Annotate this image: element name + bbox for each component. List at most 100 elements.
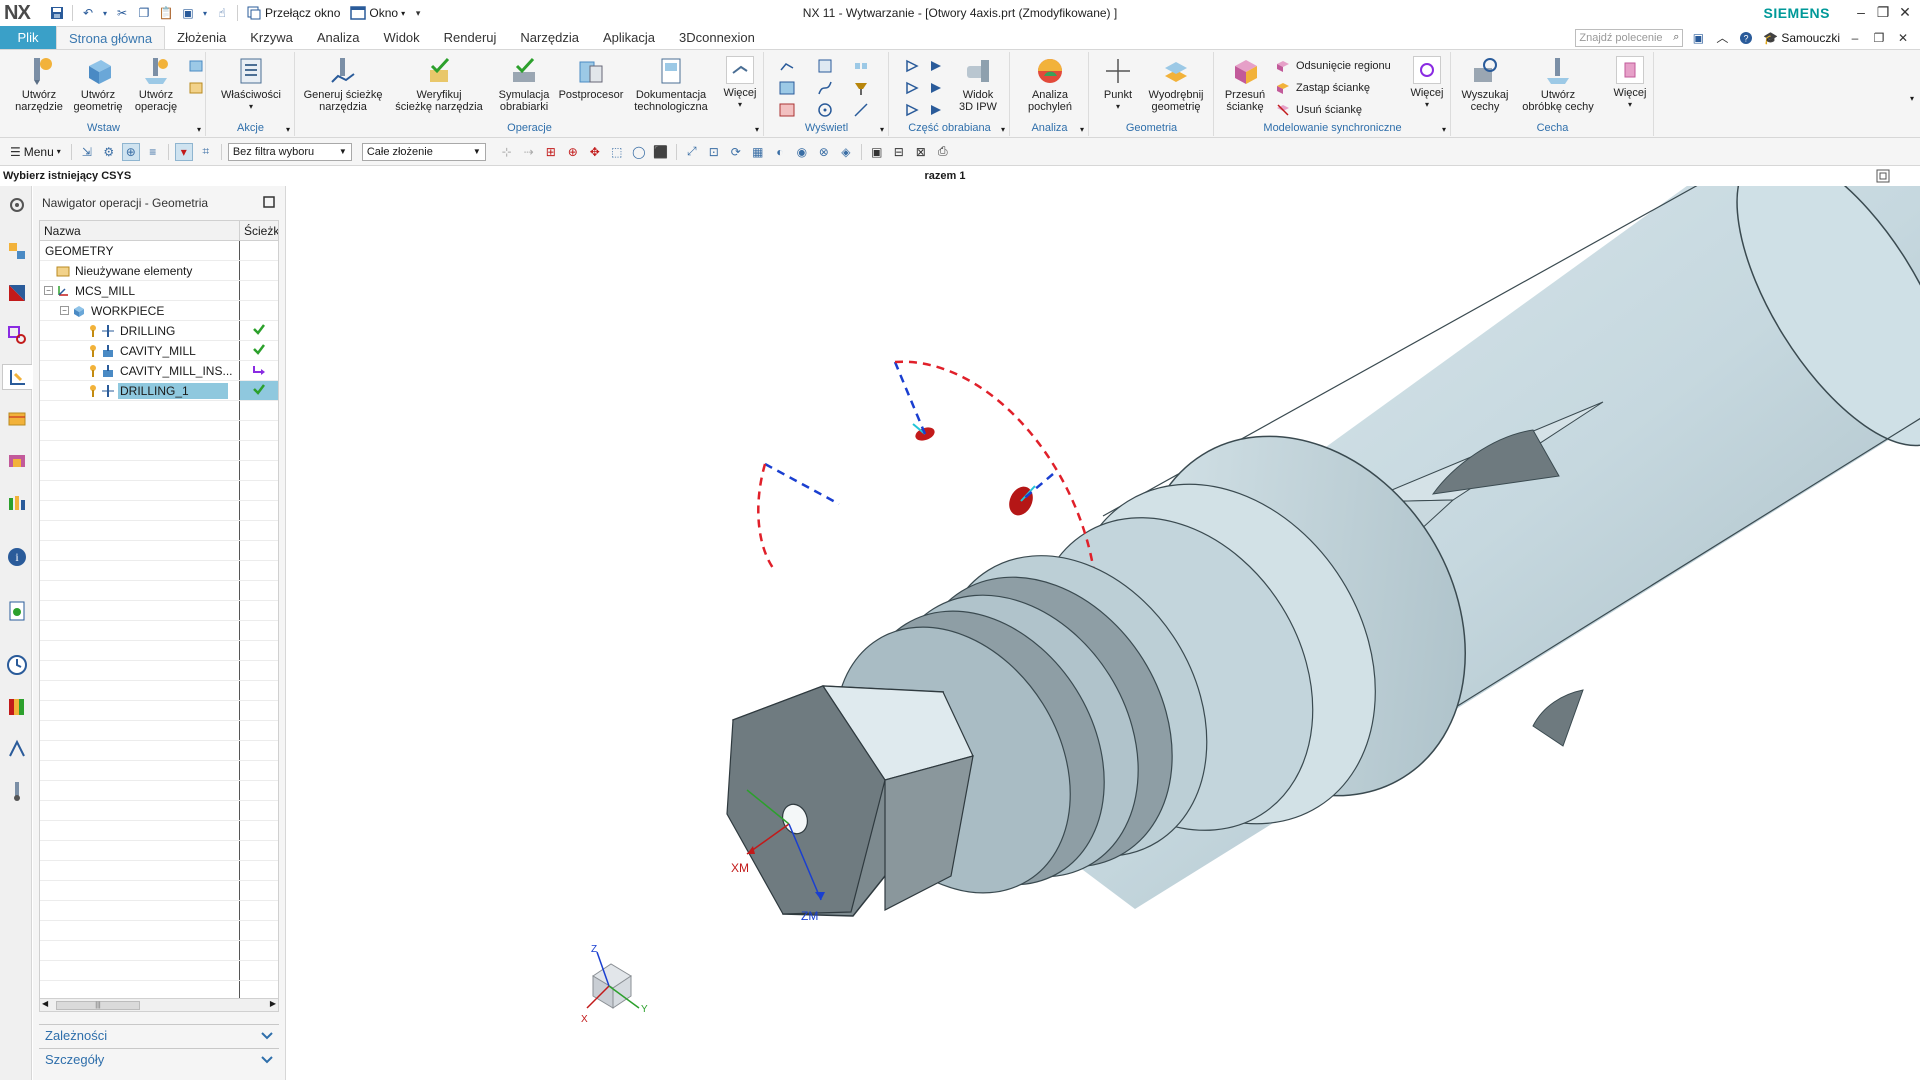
machine-tool-view-icon[interactable]: ⚙ bbox=[100, 143, 118, 161]
tool-library-icon[interactable] bbox=[4, 778, 30, 804]
geometry-view-icon[interactable]: ⊕ bbox=[121, 142, 140, 161]
extract-geometry-button[interactable]: Wyodrębnij geometrię bbox=[1142, 56, 1210, 113]
show-hide-icon[interactable]: ◈ bbox=[837, 143, 855, 161]
ipw-compare-icon[interactable] bbox=[928, 80, 944, 96]
history-icon[interactable] bbox=[4, 598, 30, 624]
tab-view[interactable]: Widok bbox=[372, 26, 432, 49]
hd3d-tools-icon[interactable] bbox=[4, 448, 30, 474]
generate-toolpath-button[interactable]: Generuj ścieżkę narzędzia bbox=[302, 56, 384, 113]
point-button[interactable]: Punkt ▾ bbox=[1098, 56, 1138, 113]
details-panel-header[interactable]: Szczegóły bbox=[39, 1048, 279, 1070]
type-filter-icon[interactable]: ▾ bbox=[174, 142, 193, 161]
info-icon[interactable]: i bbox=[4, 544, 30, 570]
add-remove-icon[interactable]: ⊕ bbox=[564, 143, 582, 161]
roles-icon[interactable] bbox=[4, 490, 30, 516]
window-menu-button[interactable]: Okno ▾ bbox=[350, 5, 405, 21]
switch-window-button[interactable]: Przełącz okno bbox=[246, 5, 340, 21]
group-options-icon[interactable]: ▾ bbox=[1080, 125, 1084, 134]
dropdown-arrow-icon[interactable]: ▾ bbox=[201, 4, 209, 22]
display-toolpath-icon[interactable] bbox=[779, 58, 795, 74]
create-method-icon[interactable] bbox=[188, 58, 204, 74]
draft-analysis-button[interactable]: Analiza pochyleń bbox=[1017, 56, 1083, 113]
deselect-icon[interactable]: ✥ bbox=[586, 143, 604, 161]
minimize-icon[interactable]: – bbox=[1852, 3, 1870, 21]
tab-assemblies[interactable]: Złożenia bbox=[165, 26, 238, 49]
dropdown-arrow-icon[interactable]: ▾ bbox=[101, 4, 109, 22]
compare-icon[interactable] bbox=[853, 58, 869, 74]
fit-view-icon[interactable]: ⤢ bbox=[683, 143, 701, 161]
circle-center-icon[interactable] bbox=[817, 102, 833, 118]
shaded-icon[interactable]: ◉ bbox=[793, 143, 811, 161]
layer-display-icon[interactable] bbox=[779, 80, 795, 96]
ipw-back-icon[interactable] bbox=[904, 80, 920, 96]
full-screen-icon[interactable] bbox=[1876, 169, 1890, 186]
verify-toolpath-button[interactable]: Weryfikuj ścieżkę narzędzia bbox=[390, 56, 488, 113]
clock-icon[interactable] bbox=[4, 652, 30, 678]
ipw-update-icon[interactable] bbox=[928, 58, 944, 74]
tool-display-icon[interactable] bbox=[853, 80, 869, 96]
hatch-display-icon[interactable] bbox=[779, 102, 795, 118]
graphics-window[interactable]: XM ZM Z X Y bbox=[287, 186, 1920, 1080]
render-style-icon[interactable]: ◐ bbox=[771, 143, 789, 161]
lasso-select-icon[interactable]: ◯ bbox=[630, 143, 648, 161]
selection-filter-select[interactable]: Bez filtra wyboru ▼ bbox=[227, 142, 352, 161]
group-options-icon[interactable]: ▾ bbox=[197, 125, 201, 134]
layer-settings-icon[interactable]: ▣ bbox=[868, 143, 886, 161]
rotate-view-icon[interactable]: ⟳ bbox=[727, 143, 745, 161]
snap-point-icon[interactable]: ⊹ bbox=[498, 143, 516, 161]
collapse-icon[interactable]: − bbox=[44, 286, 53, 295]
move-face-button[interactable]: Przesuń ściankę bbox=[1219, 56, 1271, 113]
column-header-name[interactable]: Nazwa bbox=[40, 221, 240, 240]
wcs-display-icon[interactable]: ⊟ bbox=[890, 143, 908, 161]
minimize-document-icon[interactable]: – bbox=[1846, 29, 1864, 47]
tab-render[interactable]: Renderuj bbox=[432, 26, 509, 49]
group-options-icon[interactable]: ▾ bbox=[1001, 125, 1005, 134]
scrollbar-thumb[interactable]: ||| bbox=[56, 1001, 140, 1010]
machine-simulation-button[interactable]: Symulacja obrabiarki bbox=[492, 56, 556, 113]
tab-analysis[interactable]: Analiza bbox=[305, 26, 372, 49]
tree-row-geometry[interactable]: GEOMETRY bbox=[40, 241, 278, 261]
touch-mode-icon[interactable]: ☝ bbox=[213, 4, 231, 22]
tree-row-drilling[interactable]: DRILLING bbox=[40, 321, 278, 341]
resource-bar-settings-icon[interactable] bbox=[4, 192, 30, 218]
orient-view-icon[interactable]: ▦ bbox=[749, 143, 767, 161]
edit-section-icon[interactable]: ⊗ bbox=[815, 143, 833, 161]
close-document-icon[interactable]: ✕ bbox=[1894, 29, 1912, 47]
tree-row-cavity-mill-ins[interactable]: CAVITY_MILL_INS... bbox=[40, 361, 278, 381]
spline-icon[interactable] bbox=[817, 80, 833, 96]
tree-row-mcs-mill[interactable]: − MCS_MILL bbox=[40, 281, 278, 301]
customize-quick-access-icon[interactable]: ▾ bbox=[409, 4, 427, 22]
select-all-icon[interactable]: ⊞ bbox=[542, 143, 560, 161]
create-operation-button[interactable]: Utwórz operację bbox=[128, 56, 184, 113]
hexagon-head[interactable] bbox=[726, 685, 974, 917]
paste-icon[interactable]: 📋 bbox=[157, 4, 175, 22]
ribbon-options-icon[interactable]: ▾ bbox=[1910, 94, 1914, 103]
maximize-panel-icon[interactable] bbox=[263, 195, 275, 211]
feature-more-button[interactable]: Więcej ▾ bbox=[1610, 56, 1650, 111]
postprocessor-button[interactable]: Postprocesor bbox=[554, 56, 628, 101]
snap-off-icon[interactable]: ⇢ bbox=[520, 143, 538, 161]
view-3d-ipw-button[interactable]: Widok 3D IPW bbox=[950, 56, 1006, 113]
machine-tool-navigator-icon[interactable] bbox=[4, 238, 30, 264]
column-header-path[interactable]: Ścieżka bbox=[240, 221, 278, 240]
palette-icon[interactable] bbox=[4, 694, 30, 720]
close-icon[interactable]: ✕ bbox=[1896, 3, 1914, 21]
view-triad[interactable] bbox=[586, 951, 640, 1009]
line-icon[interactable] bbox=[853, 102, 869, 118]
offset-region-button[interactable]: Odsunięcie regionu bbox=[1275, 58, 1391, 74]
copy-icon[interactable]: ❐ bbox=[135, 4, 153, 22]
create-feature-process-button[interactable]: Utwórz obróbkę cechy bbox=[1514, 56, 1602, 113]
group-options-icon[interactable]: ▾ bbox=[1442, 125, 1446, 134]
save-icon[interactable] bbox=[48, 4, 66, 22]
tree-row-cavity-mill[interactable]: CAVITY_MILL bbox=[40, 341, 278, 361]
part-navigator-icon[interactable] bbox=[4, 322, 30, 348]
collapse-icon[interactable]: − bbox=[60, 306, 69, 315]
undo-icon[interactable]: ↶ bbox=[79, 4, 97, 22]
delete-face-button[interactable]: Usuń ściankę bbox=[1275, 102, 1362, 118]
show-view-icon[interactable] bbox=[817, 58, 833, 74]
view-triad-icon[interactable]: ⊠ bbox=[912, 143, 930, 161]
group-options-icon[interactable]: ▾ bbox=[755, 125, 759, 134]
command-finder-input[interactable]: Znajdź polecenie ⌕ bbox=[1575, 28, 1684, 47]
tab-curve[interactable]: Krzywa bbox=[238, 26, 305, 49]
find-features-button[interactable]: Wyszukaj cechy bbox=[1458, 56, 1512, 113]
